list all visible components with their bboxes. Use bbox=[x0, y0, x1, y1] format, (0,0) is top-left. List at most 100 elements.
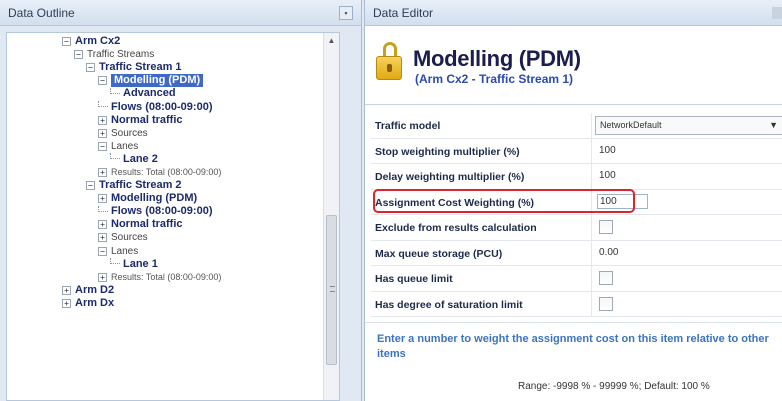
tree-node-label[interactable]: Results: Total (08:00-09:00) bbox=[111, 271, 221, 284]
property-name: Has degree of saturation limit bbox=[375, 298, 523, 311]
title-divider bbox=[365, 104, 782, 105]
panel-close-icon[interactable] bbox=[772, 6, 782, 19]
expand-icon[interactable]: + bbox=[98, 272, 107, 282]
tree-node[interactable]: − Traffic Stream 2 bbox=[7, 179, 339, 192]
data-editor-header: Data Editor bbox=[365, 0, 782, 26]
tree-connector bbox=[98, 205, 108, 212]
property-name: Has queue limit bbox=[375, 273, 453, 285]
tree-node-label[interactable]: Flows (08:00-09:00) bbox=[111, 205, 212, 218]
property-row[interactable]: Has degree of saturation limit bbox=[371, 291, 782, 317]
collapse-icon[interactable]: − bbox=[62, 37, 71, 47]
tree-list: − Arm Cx2− Traffic Streams − Traffic Stream … bbox=[7, 33, 339, 310]
tree-node-label[interactable]: Advanced bbox=[123, 87, 176, 100]
property-row[interactable]: Max queue storage (PCU) 0.00 bbox=[371, 240, 782, 266]
tree-node[interactable]: + Results: Total (08:00-09:00) bbox=[7, 271, 339, 284]
tree-node[interactable]: + Arm D2 bbox=[7, 284, 339, 297]
tree-node[interactable]: + Modelling (PDM) bbox=[7, 192, 339, 205]
editor-item-title: Modelling (PDM) bbox=[413, 46, 581, 71]
expand-icon[interactable]: + bbox=[98, 128, 107, 138]
tree-node-label[interactable]: Sources bbox=[111, 231, 148, 244]
tree-node[interactable]: + Normal traffic bbox=[7, 114, 339, 127]
tree-node[interactable]: Flows (08:00-09:00) bbox=[7, 205, 339, 218]
tree-node[interactable]: − Traffic Stream 1 bbox=[7, 61, 339, 74]
property-value[interactable]: 0.00 bbox=[599, 247, 618, 258]
tree-node[interactable]: − Lanes bbox=[7, 245, 339, 258]
data-editor-title: Data Editor bbox=[373, 5, 434, 20]
tree-node[interactable]: Flows (08:00-09:00) bbox=[7, 100, 339, 113]
tree-node[interactable]: − Traffic Streams bbox=[7, 48, 339, 61]
property-row[interactable]: Traffic model NetworkDefault ▼ bbox=[371, 113, 782, 139]
expand-icon[interactable]: + bbox=[98, 233, 107, 243]
pin-icon[interactable]: ▪ bbox=[339, 5, 353, 20]
property-grid: Traffic model NetworkDefault ▼ Stop weighti… bbox=[371, 113, 782, 317]
property-checkbox[interactable] bbox=[599, 220, 613, 234]
collapse-icon[interactable]: − bbox=[86, 63, 95, 73]
tree-node[interactable]: Advanced bbox=[7, 87, 339, 100]
tree-connector bbox=[110, 87, 120, 94]
data-editor-panel: Data Editor Modelling (PDM) (Arm Cx2 - T… bbox=[364, 0, 782, 401]
tree-node[interactable]: − Lanes bbox=[7, 140, 339, 153]
collapse-icon[interactable]: − bbox=[98, 141, 107, 151]
tree-node-label[interactable]: Traffic Stream 1 bbox=[99, 61, 182, 74]
tree-node[interactable]: − Arm Cx2 bbox=[7, 35, 339, 48]
tree-node-label[interactable]: Arm Cx2 bbox=[75, 35, 120, 48]
tree-node-label[interactable]: Modelling (PDM) bbox=[111, 74, 204, 88]
tree-node-label[interactable]: Traffic Streams bbox=[87, 48, 154, 61]
help-divider bbox=[365, 322, 782, 323]
tree-node[interactable]: Lane 1 bbox=[7, 258, 339, 271]
expand-icon[interactable]: + bbox=[98, 167, 107, 177]
tree-node[interactable]: + Normal traffic bbox=[7, 218, 339, 231]
tree-node-label[interactable]: Modelling (PDM) bbox=[111, 192, 197, 205]
tree-node-label[interactable]: Lanes bbox=[111, 245, 138, 258]
tree-node[interactable]: Lane 2 bbox=[7, 153, 339, 166]
scroll-up-icon[interactable]: ▲ bbox=[324, 33, 339, 49]
editor-title-area: Modelling (PDM) (Arm Cx2 - Traffic Strea… bbox=[375, 40, 782, 100]
property-name: Max queue storage (PCU) bbox=[375, 247, 503, 260]
tree-node-label[interactable]: Flows (08:00-09:00) bbox=[111, 101, 212, 114]
tree-node-label[interactable]: Lane 2 bbox=[123, 153, 158, 166]
collapse-icon[interactable]: − bbox=[98, 246, 107, 256]
tree-node[interactable]: + Arm Dx bbox=[7, 297, 339, 310]
tree-node-label[interactable]: Normal traffic bbox=[111, 218, 183, 231]
property-row[interactable]: Has queue limit bbox=[371, 266, 782, 292]
tree-node[interactable]: + Results: Total (08:00-09:00) bbox=[7, 166, 339, 179]
property-name: Exclude from results calculation bbox=[375, 222, 537, 234]
tree-node-label[interactable]: Results: Total (08:00-09:00) bbox=[111, 166, 221, 179]
editor-item-subtitle: (Arm Cx2 - Traffic Stream 1) bbox=[415, 72, 574, 86]
tree-scrollbar[interactable]: ▲ bbox=[323, 33, 339, 400]
tree-node-label[interactable]: Normal traffic bbox=[111, 114, 183, 127]
tree-connector bbox=[110, 258, 120, 265]
expand-icon[interactable]: + bbox=[62, 285, 71, 295]
scroll-thumb[interactable] bbox=[326, 215, 337, 365]
tree-node-label[interactable]: Lane 1 bbox=[123, 258, 158, 271]
tree-node[interactable]: + Sources bbox=[7, 231, 339, 244]
highlight-annotation bbox=[373, 189, 635, 213]
tree-node-label[interactable]: Arm D2 bbox=[75, 284, 114, 297]
tree-node-label[interactable]: Sources bbox=[111, 127, 148, 140]
property-value[interactable]: 100 bbox=[599, 170, 616, 181]
tree-node-label[interactable]: Traffic Stream 2 bbox=[99, 179, 182, 192]
property-value[interactable]: 100 bbox=[599, 145, 616, 156]
expand-icon[interactable]: + bbox=[98, 194, 107, 204]
property-checkbox[interactable] bbox=[599, 296, 613, 311]
tree-connector bbox=[110, 153, 120, 160]
tree-node[interactable]: − Modelling (PDM) bbox=[7, 74, 339, 88]
expand-icon[interactable]: + bbox=[98, 115, 107, 125]
collapse-icon[interactable]: − bbox=[74, 50, 83, 60]
expand-icon[interactable]: + bbox=[98, 220, 107, 230]
tree-node-label[interactable]: Arm Dx bbox=[75, 297, 114, 310]
collapse-icon[interactable]: − bbox=[98, 76, 107, 86]
chevron-down-icon[interactable]: ▼ bbox=[769, 120, 778, 130]
property-checkbox[interactable] bbox=[599, 271, 613, 285]
property-row[interactable]: Exclude from results calculation bbox=[371, 215, 782, 241]
tree-node-label[interactable]: Lanes bbox=[111, 140, 138, 153]
traffic-model-select[interactable]: NetworkDefault ▼ bbox=[595, 116, 782, 135]
property-row[interactable]: Stop weighting multiplier (%) 100 bbox=[371, 138, 782, 164]
expand-icon[interactable]: + bbox=[62, 298, 71, 308]
collapse-icon[interactable]: − bbox=[86, 181, 95, 191]
tree-node[interactable]: + Sources bbox=[7, 127, 339, 140]
property-name: Stop weighting multiplier (%) bbox=[375, 145, 520, 158]
data-outline-header: Data Outline ▪ bbox=[0, 0, 361, 26]
property-row[interactable]: Delay weighting multiplier (%) 100 bbox=[371, 164, 782, 190]
lock-icon bbox=[375, 42, 403, 82]
